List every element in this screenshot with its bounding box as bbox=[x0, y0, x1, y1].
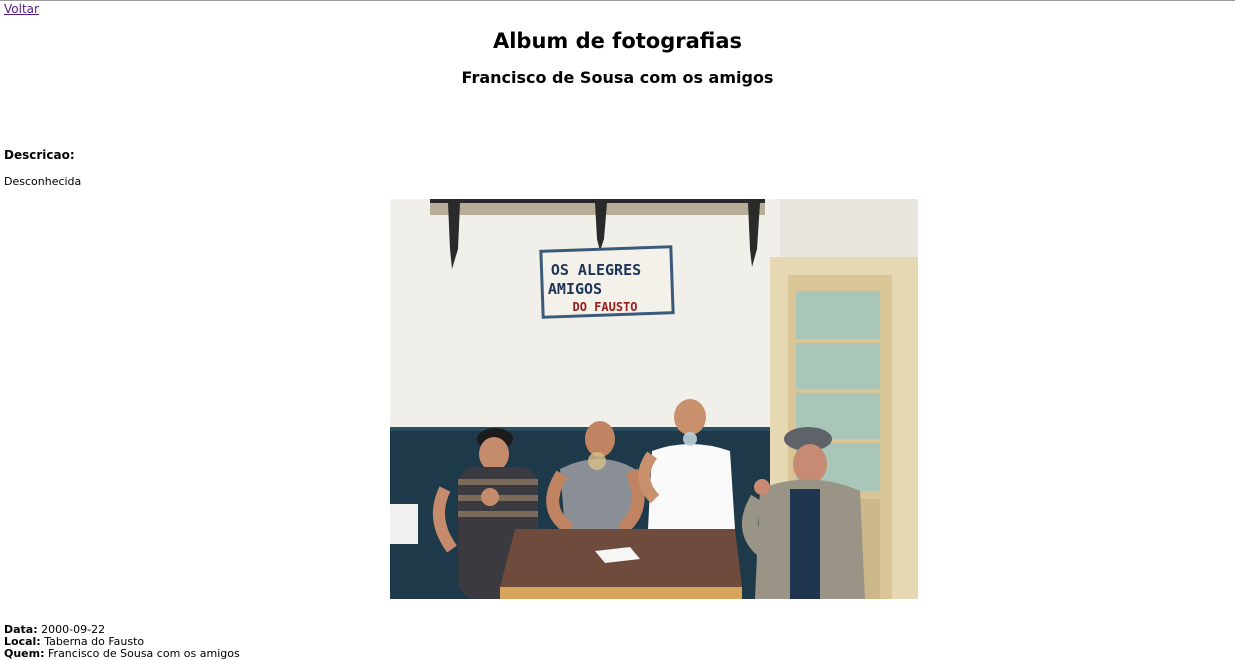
photo-illustration: OS ALEGRES AMIGOS DO FAUSTO bbox=[390, 199, 918, 599]
svg-text:OS ALEGRES: OS ALEGRES bbox=[551, 261, 641, 279]
who-row: Quem: Francisco de Sousa com os amigos bbox=[4, 648, 240, 660]
description-label: Descricao: bbox=[4, 148, 75, 162]
svg-text:DO FAUSTO: DO FAUSTO bbox=[572, 300, 637, 314]
who-value: Francisco de Sousa com os amigos bbox=[48, 647, 240, 660]
svg-text:AMIGOS: AMIGOS bbox=[548, 280, 602, 298]
photo-details: Data: 2000-09-22 Local: Taberna do Faust… bbox=[4, 624, 240, 660]
back-link[interactable]: Voltar bbox=[4, 2, 39, 16]
album-photo: OS ALEGRES AMIGOS DO FAUSTO bbox=[390, 199, 918, 599]
page-subtitle: Francisco de Sousa com os amigos bbox=[461, 68, 774, 87]
who-label: Quem: bbox=[4, 647, 45, 660]
tavern-sign: OS ALEGRES AMIGOS DO FAUSTO bbox=[539, 245, 675, 319]
page-title: Album de fotografias bbox=[492, 29, 743, 53]
description-value: Desconhecida bbox=[4, 175, 82, 188]
